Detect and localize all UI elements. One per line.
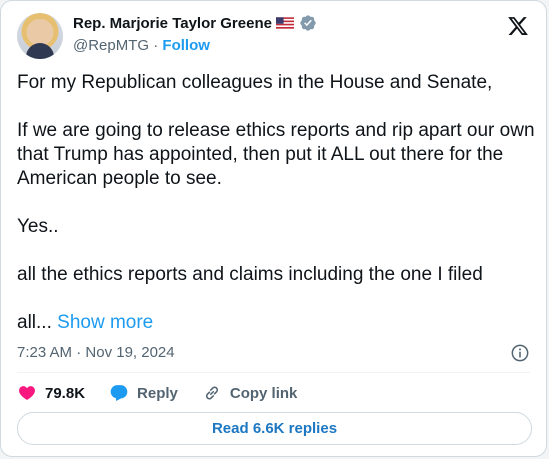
tweet-timestamp[interactable]: 7:23 AM · Nov 19, 2024	[17, 344, 175, 361]
tweet-text: For my Republican colleagues in the Hous…	[17, 71, 537, 335]
tweet-actions: 79.8K Reply Copy link	[17, 381, 297, 405]
author-name-row: Rep. Marjorie Taylor Greene	[73, 14, 317, 32]
follow-button[interactable]: Follow	[162, 37, 210, 54]
author-handle-row: @RepMTG · Follow	[73, 37, 210, 54]
handle-separator: ·	[153, 37, 159, 54]
like-count: 79.8K	[45, 384, 86, 402]
reply-bubble-icon	[110, 385, 128, 401]
author-avatar[interactable]	[17, 13, 63, 59]
tweet-paragraph: Yes..	[17, 216, 59, 237]
reply-button[interactable]: Reply	[109, 383, 178, 403]
tweet-time: 7:23 AM	[17, 344, 73, 361]
tweet-paragraph: all the ethics reports and claims includ…	[17, 264, 483, 285]
verified-badge-icon	[300, 15, 316, 31]
show-more-link[interactable]: Show more	[57, 312, 153, 333]
divider	[17, 372, 530, 373]
link-icon	[205, 386, 218, 400]
copy-link-button[interactable]: Copy link	[202, 383, 298, 403]
read-replies-button[interactable]: Read 6.6K replies	[17, 412, 532, 445]
timestamp-separator: ·	[76, 344, 82, 361]
copy-link-label: Copy link	[229, 384, 298, 402]
us-flag-icon	[275, 17, 294, 29]
x-logo-icon[interactable]	[506, 15, 530, 37]
author-name[interactable]: Rep. Marjorie Taylor Greene	[73, 15, 272, 32]
truncated-text: all...	[17, 312, 52, 333]
tweet-truncated-line: all... Show more	[17, 311, 537, 335]
like-button[interactable]: 79.8K	[17, 383, 85, 403]
tweet-paragraph: If we are going to release ethics report…	[17, 120, 535, 189]
author-handle[interactable]: @RepMTG	[73, 37, 149, 54]
tweet-card: Rep. Marjorie Taylor Greene @RepMTG · Fo…	[0, 0, 547, 457]
tweet-date: Nov 19, 2024	[85, 344, 175, 361]
heart-icon	[19, 386, 35, 400]
reply-label: Reply	[137, 384, 178, 402]
info-icon[interactable]	[510, 343, 530, 363]
tweet-paragraph: For my Republican colleagues in the Hous…	[17, 72, 493, 93]
